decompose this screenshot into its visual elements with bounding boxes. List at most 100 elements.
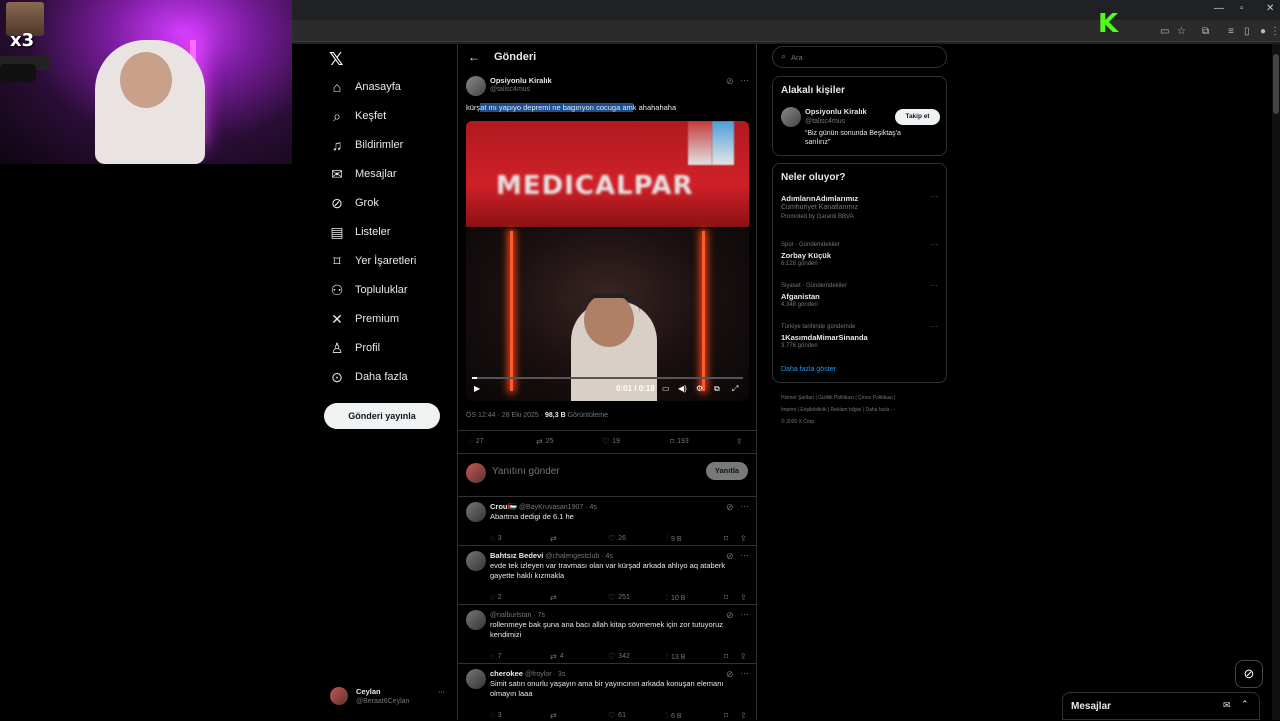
post-author-avatar[interactable] bbox=[466, 76, 486, 96]
nav-item-9[interactable]: ♙ Profil bbox=[328, 334, 380, 362]
reply-button[interactable]: ◌ 27 bbox=[468, 437, 484, 446]
more-icon[interactable]: ··· bbox=[740, 501, 749, 511]
nav-item-1[interactable]: ⌕ Keşfet bbox=[328, 102, 386, 130]
nav-item-0[interactable]: ⌂ Anasayfa bbox=[328, 73, 401, 101]
more-icon[interactable]: ··· bbox=[930, 322, 938, 331]
x-logo-icon[interactable]: 𝕏 bbox=[329, 49, 344, 70]
bookmark-button[interactable]: ⌑ bbox=[724, 711, 728, 720]
reply-submit-button[interactable]: Yanıtla bbox=[706, 462, 748, 480]
more-icon[interactable]: ··· bbox=[438, 689, 445, 696]
settings-icon[interactable]: ⚙ bbox=[696, 384, 703, 393]
captions-icon[interactable]: ▭ bbox=[662, 384, 670, 393]
reply-avatar[interactable] bbox=[466, 610, 486, 630]
footer-line[interactable]: Imprint | Erişilebilirlik | Reklam bilgi… bbox=[781, 404, 951, 416]
nav-item-4[interactable]: ⊘ Grok bbox=[328, 189, 379, 217]
cast-icon[interactable]: ▭ bbox=[1160, 26, 1169, 37]
scrollbar-thumb[interactable] bbox=[1273, 54, 1279, 114]
reply-button[interactable]: ◌ 3 bbox=[490, 534, 502, 543]
close-icon[interactable]: ✕ bbox=[1266, 3, 1274, 14]
more-icon[interactable]: ··· bbox=[740, 75, 749, 85]
reply-author-handle[interactable]: @chalengestclub · 4s bbox=[545, 553, 612, 560]
reply-button[interactable]: ◌ 2 bbox=[490, 593, 502, 602]
repost-button[interactable]: ⇄ bbox=[550, 534, 560, 543]
share-button[interactable]: ⇪ bbox=[740, 652, 747, 661]
sidepanel-icon[interactable]: ▯ bbox=[1244, 26, 1250, 37]
related-handle[interactable]: @talisc4mus bbox=[805, 118, 845, 125]
grok-fab-icon[interactable]: ⊘ bbox=[1235, 660, 1263, 688]
video-progress[interactable] bbox=[472, 377, 743, 379]
nav-item-10[interactable]: ⊙ Daha fazla bbox=[328, 363, 407, 391]
share-button[interactable]: ⇪ bbox=[740, 534, 747, 543]
reply-author-name[interactable]: Crou🇵🇸 bbox=[490, 502, 517, 511]
footer-line[interactable]: Hizmet Şartları | Gizlilik Politikası | … bbox=[781, 392, 951, 404]
views-button[interactable]: ⫶ 13 B bbox=[666, 652, 685, 662]
show-more-link[interactable]: Daha fazla göster bbox=[781, 366, 836, 373]
nav-item-3[interactable]: ✉ Mesajlar bbox=[328, 160, 396, 188]
reply-avatar[interactable] bbox=[466, 502, 486, 522]
fullscreen-icon[interactable]: ⤢ bbox=[732, 384, 738, 394]
more-icon[interactable]: ··· bbox=[930, 240, 938, 249]
maximize-icon[interactable]: ▫ bbox=[1240, 3, 1244, 14]
reply-button[interactable]: ◌ 7 bbox=[490, 652, 502, 661]
reply-button[interactable]: ◌ 3 bbox=[490, 711, 502, 720]
search-input[interactable]: ⌕ Ara bbox=[772, 46, 947, 68]
more-icon[interactable]: ··· bbox=[740, 668, 749, 678]
bookmark-button[interactable]: ⌑ 193 bbox=[670, 437, 689, 446]
like-button[interactable]: ♡ 19 bbox=[602, 437, 620, 446]
avatar[interactable] bbox=[781, 107, 801, 127]
reply-author-handle[interactable]: @BayKruvasan1907 · 4s bbox=[519, 504, 597, 511]
bookmark-button[interactable]: ⌑ bbox=[724, 534, 728, 543]
minimize-icon[interactable]: — bbox=[1214, 3, 1224, 14]
post-video[interactable]: MEDICALPAR ▶ 0:01 / 0:18 ▭ ◀) ⚙ ⧉ ⤢ bbox=[466, 121, 749, 401]
nav-item-6[interactable]: ⌑ Yer İşaretleri bbox=[328, 247, 416, 275]
nav-item-5[interactable]: ▤ Listeler bbox=[328, 218, 390, 246]
repost-button[interactable]: ⇄ bbox=[550, 711, 560, 720]
reply-avatar[interactable] bbox=[466, 551, 486, 571]
repost-button[interactable]: ⇄ 4 bbox=[550, 652, 564, 661]
nav-item-2[interactable]: ♫ Bildirimler bbox=[328, 131, 404, 159]
compose-message-icon[interactable]: ✉ bbox=[1223, 700, 1231, 711]
repost-button[interactable]: ⇄ 25 bbox=[536, 437, 554, 446]
post-author-name[interactable]: Opsiyonlu Kiralık bbox=[490, 76, 552, 85]
like-button[interactable]: ♡ 251 bbox=[608, 593, 630, 602]
messages-drawer[interactable]: Mesajlar ✉ ⌃ bbox=[1062, 692, 1260, 720]
share-button[interactable]: ⇪ bbox=[740, 593, 747, 602]
views-button[interactable]: ⫶ 10 B bbox=[666, 593, 685, 603]
back-arrow-icon[interactable]: ← bbox=[468, 50, 480, 64]
chevron-up-icon[interactable]: ⌃ bbox=[1241, 699, 1249, 710]
nav-item-8[interactable]: ✕ Premium bbox=[328, 305, 399, 333]
star-icon[interactable]: ☆ bbox=[1177, 26, 1186, 37]
reply-avatar[interactable] bbox=[466, 669, 486, 689]
address-bar[interactable] bbox=[292, 20, 1280, 42]
nav-item-7[interactable]: ⚇ Topluluklar bbox=[328, 276, 408, 304]
volume-icon[interactable]: ◀) bbox=[678, 384, 687, 393]
bookmark-button[interactable]: ⌑ bbox=[724, 593, 728, 602]
follow-button[interactable]: Takip et bbox=[895, 109, 940, 125]
pip-icon[interactable]: ⧉ bbox=[714, 384, 720, 394]
like-button[interactable]: ♡ 61 bbox=[608, 711, 626, 720]
like-button[interactable]: ♡ 342 bbox=[608, 652, 630, 661]
menu-icon[interactable]: ⋮ bbox=[1270, 26, 1280, 37]
post-author-handle[interactable]: @talisc4mus bbox=[490, 86, 530, 93]
share-button[interactable]: ⇪ bbox=[740, 711, 747, 720]
reply-author-name[interactable]: Bahtsız Bedevi bbox=[490, 551, 543, 560]
more-icon[interactable]: ··· bbox=[740, 609, 749, 619]
more-icon[interactable]: ··· bbox=[930, 281, 938, 290]
post-button[interactable]: Gönderi yayınla bbox=[324, 403, 440, 429]
reply-input[interactable]: Yanıtını gönder bbox=[492, 466, 560, 477]
reply-author-handle[interactable]: @nalburlstan · 7s bbox=[490, 612, 545, 619]
views-button[interactable]: ⫶ 9 B bbox=[666, 534, 682, 544]
repost-button[interactable]: ⇄ bbox=[550, 593, 560, 602]
media-icon[interactable]: ≡ bbox=[1228, 26, 1234, 37]
account-switcher[interactable]: Ceylan @Beraat6Ceylan ··· bbox=[330, 683, 450, 713]
scrollbar[interactable] bbox=[1272, 44, 1280, 720]
like-button[interactable]: ♡ 26 bbox=[608, 534, 626, 543]
profile-icon[interactable]: ● bbox=[1260, 26, 1266, 37]
bookmark-button[interactable]: ⌑ bbox=[724, 652, 728, 661]
extensions-icon[interactable]: ⧉ bbox=[1202, 26, 1209, 37]
play-icon[interactable]: ▶ bbox=[474, 384, 480, 393]
related-name[interactable]: Opsiyonlu Kiralık bbox=[805, 107, 867, 116]
reply-author-name[interactable]: cherokee bbox=[490, 669, 523, 678]
share-button[interactable]: ⇪ bbox=[736, 437, 743, 446]
more-icon[interactable]: ··· bbox=[740, 550, 749, 560]
